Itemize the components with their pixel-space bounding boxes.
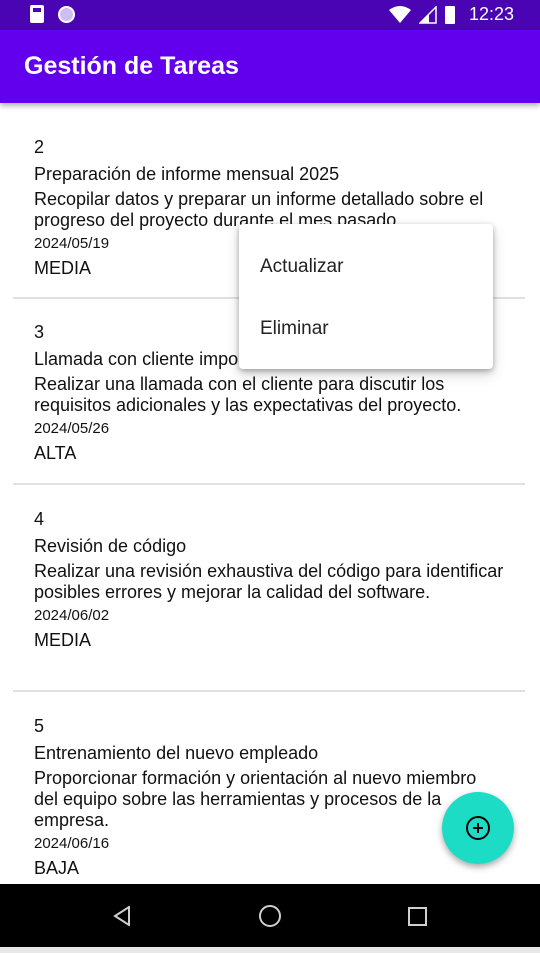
battery-icon <box>444 5 455 24</box>
recents-icon[interactable] <box>408 907 427 926</box>
context-menu: Actualizar Eliminar <box>239 224 493 369</box>
divider <box>13 483 525 485</box>
divider <box>13 690 525 692</box>
task-date: 2024/05/26 <box>34 420 110 437</box>
task-name: Revisión de código <box>34 536 187 556</box>
task-priority: MEDIA <box>34 630 92 650</box>
task-priority: ALTA <box>34 443 77 463</box>
task-name: Entrenamiento del nuevo empleado <box>34 743 319 763</box>
page-title: Gestión de Tareas <box>24 52 239 80</box>
wifi-icon <box>388 5 411 23</box>
task-id: 5 <box>34 716 45 736</box>
task-list[interactable]: 2 Preparación de informe mensual 2025 Re… <box>0 103 540 884</box>
status-bar: 12:23 <box>0 0 540 30</box>
add-circle-icon <box>466 816 490 840</box>
task-description: Realizar una revisión exhaustiva del cód… <box>34 561 504 602</box>
task-id: 2 <box>34 137 45 157</box>
menu-item-actualizar[interactable]: Actualizar <box>260 256 343 278</box>
sd-card-icon <box>30 5 44 23</box>
status-time: 12:23 <box>468 4 514 24</box>
task-description: Realizar una llamada con el cliente para… <box>34 374 462 415</box>
task-date: 2024/06/16 <box>34 835 110 852</box>
list-item[interactable]: 4 Revisión de código Realizar una revisi… <box>34 509 504 651</box>
task-date: 2024/06/02 <box>34 607 110 624</box>
notification-icon <box>58 5 75 23</box>
task-name: Preparación de informe mensual 2025 <box>34 164 340 184</box>
home-icon[interactable] <box>259 905 281 927</box>
app-bar: Gestión de Tareas <box>0 30 540 103</box>
task-description: Proporcionar formación y orientación al … <box>34 768 477 830</box>
menu-item-eliminar[interactable]: Eliminar <box>260 318 329 340</box>
signal-icon <box>418 5 437 24</box>
bottom-strip <box>0 947 540 953</box>
list-item[interactable]: 5 Entrenamiento del nuevo empleado Propo… <box>34 716 504 879</box>
task-priority: BAJA <box>34 858 80 878</box>
navigation-bar <box>0 884 540 947</box>
add-task-button[interactable] <box>442 792 514 864</box>
back-icon[interactable] <box>113 906 131 926</box>
task-id: 4 <box>34 509 45 529</box>
